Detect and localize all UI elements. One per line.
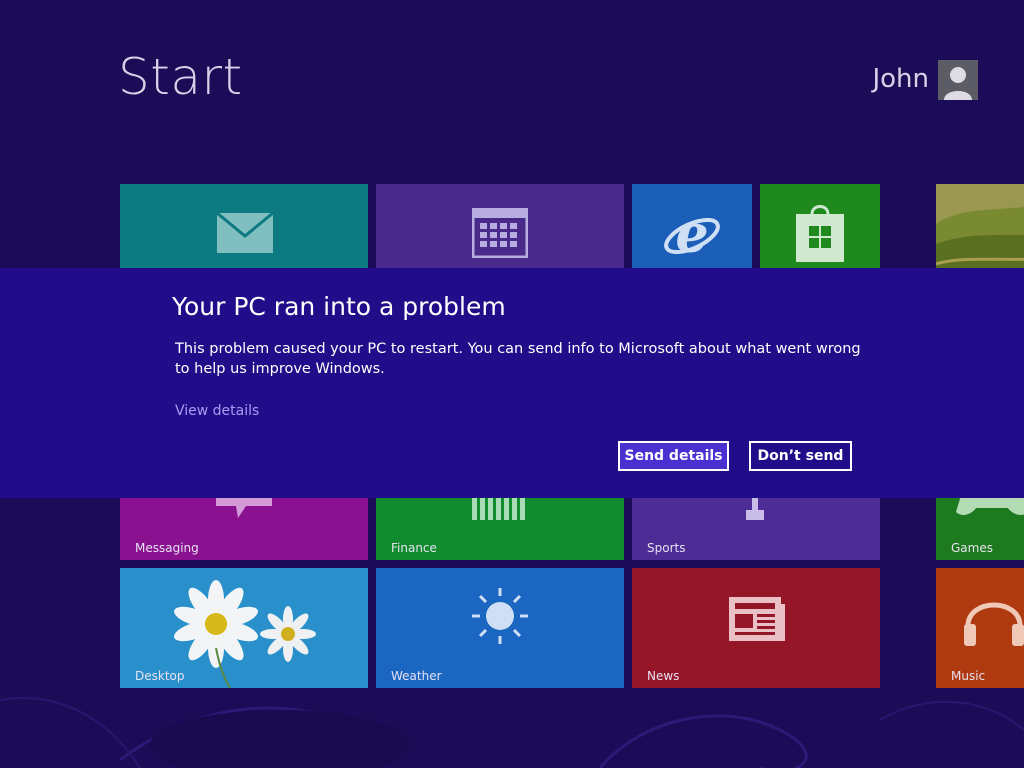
dont-send-button[interactable]: Don’t send (749, 441, 852, 471)
svg-text:e: e (675, 204, 708, 264)
internet-explorer-icon: e (664, 204, 720, 264)
tile-label-games: Games (951, 541, 993, 555)
view-details-link[interactable]: View details (175, 403, 259, 419)
tile-weather[interactable]: Weather (376, 568, 624, 688)
store-icon (796, 205, 844, 262)
dialog-title: Your PC ran into a problem (172, 292, 506, 321)
dialog-message: This problem caused your PC to restart. … (175, 341, 861, 377)
tile-news[interactable]: News (632, 568, 880, 688)
tile-label-music: Music (951, 669, 986, 683)
sun-icon (472, 588, 528, 644)
tile-music[interactable]: Music (936, 568, 1024, 688)
error-dialog-overlay (0, 268, 1024, 498)
tile-label-messaging: Messaging (135, 541, 199, 555)
send-details-button[interactable]: Send details (618, 441, 729, 471)
tile-label-sports: Sports (647, 541, 686, 555)
tile-label-news: News (647, 669, 680, 683)
tile-desktop[interactable]: Desktop (120, 568, 368, 688)
tile-label-desktop: Desktop (135, 669, 185, 683)
tile-label-finance: Finance (391, 541, 437, 555)
headphones-icon (964, 602, 1024, 646)
calendar-icon (472, 208, 528, 258)
mail-icon (216, 212, 274, 253)
tile-label-weather: Weather (391, 669, 442, 683)
newspaper-icon (729, 597, 785, 641)
